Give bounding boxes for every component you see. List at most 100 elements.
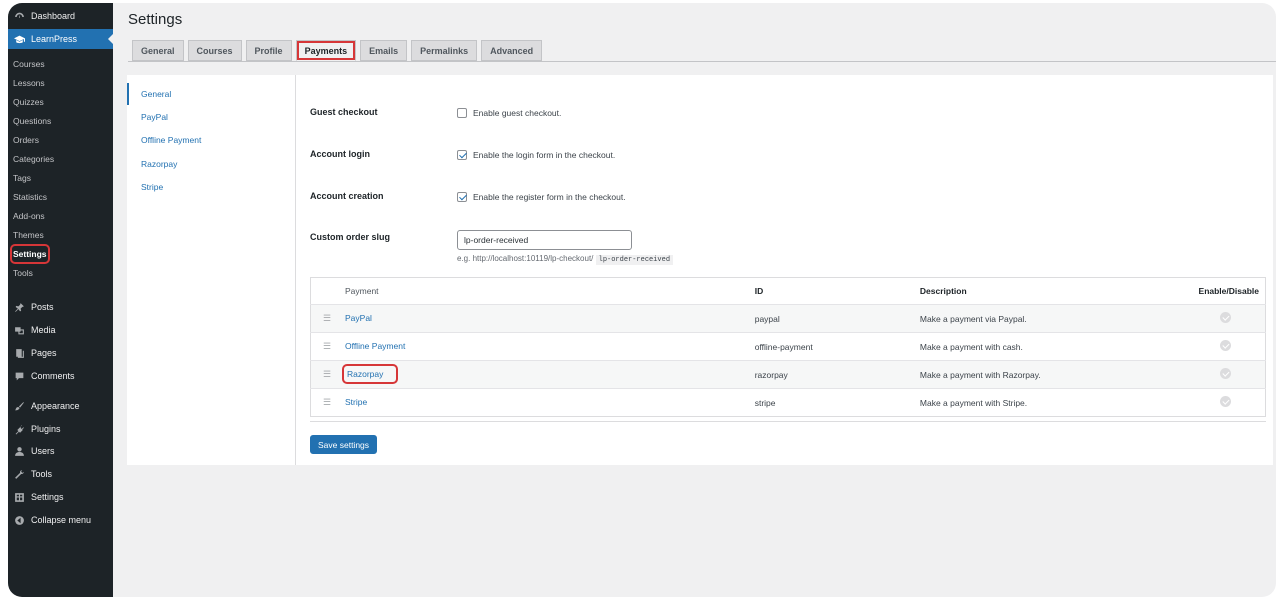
col-payment: Payment (345, 286, 379, 296)
account-creation-text: Enable the register form in the checkout… (473, 192, 626, 202)
enable-toggle-icon[interactable] (1220, 340, 1231, 351)
plugin-icon (13, 423, 25, 435)
payment-id: offline-payment (754, 332, 920, 361)
payment-id: stripe (754, 388, 920, 417)
save-settings-button[interactable]: Save settings (310, 435, 378, 454)
menu-settings[interactable]: Settings (8, 487, 113, 507)
tab-payments[interactable]: Payments (295, 40, 357, 61)
table-row: ☰ Razorpay razorpay Make a payment with R… (310, 360, 1266, 389)
submenu-lessons[interactable]: Lessons (13, 76, 45, 90)
subnav-paypal[interactable]: PayPal (141, 112, 168, 122)
submenu-courses[interactable]: Courses (13, 57, 45, 71)
media-icon (13, 324, 25, 336)
guest-checkout-text: Enable guest checkout. (473, 108, 562, 118)
tab-emails[interactable]: Emails (360, 40, 408, 61)
guest-checkout-label: Guest checkout (310, 107, 378, 117)
menu-learnpress-label: LearnPress (31, 34, 78, 44)
tab-profile[interactable]: Profile (245, 40, 292, 61)
payment-link-paypal[interactable]: PayPal (345, 313, 372, 323)
order-slug-input[interactable] (457, 230, 632, 250)
menu-plugins-label: Plugins (31, 424, 61, 434)
payment-link-offline-payment[interactable]: Offline Payment (345, 341, 405, 351)
table-row: ☰ PayPal paypal Make a payment via Paypal… (310, 304, 1266, 333)
menu-posts[interactable]: Posts (8, 297, 113, 317)
payment-description: Make a payment with Stripe. (919, 388, 1199, 417)
menu-tools-label: Tools (31, 469, 53, 479)
subnav-razorpay[interactable]: Razorpay (141, 159, 177, 169)
drag-handle-icon[interactable]: ☰ (323, 341, 333, 352)
tab-advanced[interactable]: Advanced (481, 40, 543, 61)
account-creation-checkbox[interactable] (457, 192, 467, 202)
menu-media[interactable]: Media (8, 320, 113, 340)
col-description: Description (919, 286, 967, 296)
payment-description: Make a payment via Paypal. (919, 304, 1199, 333)
guest-checkout-checkbox[interactable] (457, 108, 467, 118)
tab-general[interactable]: General (132, 40, 184, 61)
submenu-statistics[interactable]: Statistics (13, 190, 47, 204)
submenu-settings[interactable]: Settings (10, 244, 50, 264)
payments-subnav: General PayPal Offline Payment Razorpay … (127, 75, 296, 465)
menu-dashboard[interactable]: Dashboard (8, 6, 113, 26)
submenu-quizzes[interactable]: Quizzes (13, 95, 44, 109)
submenu-tools[interactable]: Tools (13, 266, 33, 280)
menu-appearance-label: Appearance (31, 401, 80, 411)
drag-handle-icon[interactable]: ☰ (323, 313, 333, 324)
admin-sidebar: Dashboard LearnPress Courses Lessons Qui… (8, 3, 113, 597)
wrench-icon (13, 468, 25, 480)
col-enable-disable: Enable/Disable (1198, 286, 1259, 296)
menu-tools[interactable]: Tools (8, 464, 113, 484)
subnav-stripe[interactable]: Stripe (141, 182, 163, 192)
col-id: ID (754, 286, 764, 296)
menu-learnpress[interactable]: LearnPress (8, 29, 113, 49)
account-login-label: Account login (310, 149, 370, 159)
menu-plugins[interactable]: Plugins (8, 419, 113, 439)
subnav-offline-payment[interactable]: Offline Payment (141, 135, 201, 145)
tabs-divider (128, 61, 1276, 62)
tab-courses[interactable]: Courses (187, 40, 242, 61)
submenu-questions[interactable]: Questions (13, 114, 51, 128)
page-title: Settings (128, 11, 183, 28)
account-login-checkbox[interactable] (457, 150, 467, 160)
table-row: ☰ Offline Payment offline-payment Make a … (310, 332, 1266, 361)
save-divider (310, 421, 1266, 422)
payments-table: Payment ID Description Enable/Disable ☰ P… (310, 277, 1266, 417)
settings-tabs: General Courses Profile Payments Emails … (132, 40, 543, 62)
menu-media-label: Media (31, 325, 56, 335)
payment-id: razorpay (754, 360, 920, 389)
menu-users[interactable]: Users (8, 441, 113, 461)
enable-toggle-icon[interactable] (1220, 368, 1231, 379)
payment-link-razorpay[interactable]: Razorpay (341, 363, 399, 384)
menu-settings-label: Settings (31, 492, 64, 502)
subnav-active-indicator (127, 83, 129, 105)
dashboard-icon (13, 10, 25, 22)
drag-handle-icon[interactable]: ☰ (323, 369, 333, 380)
submenu-tags[interactable]: Tags (13, 171, 31, 185)
collapse-menu-button[interactable]: Collapse menu (8, 510, 113, 530)
menu-pages[interactable]: Pages (8, 343, 113, 363)
submenu-categories[interactable]: Categories (13, 152, 54, 166)
enable-toggle-icon[interactable] (1220, 396, 1231, 407)
settings-icon (13, 491, 25, 503)
payment-link-stripe[interactable]: Stripe (345, 397, 367, 407)
comments-icon (13, 370, 25, 382)
submenu-orders[interactable]: Orders (13, 133, 39, 147)
menu-dashboard-label: Dashboard (31, 11, 76, 21)
submenu-add-ons[interactable]: Add-ons (13, 209, 45, 223)
table-header-row: Payment ID Description Enable/Disable (311, 278, 1266, 305)
menu-posts-label: Posts (31, 302, 54, 312)
menu-comments[interactable]: Comments (8, 366, 113, 386)
tab-permalinks[interactable]: Permalinks (411, 40, 478, 61)
users-icon (13, 445, 25, 457)
collapse-icon (13, 514, 25, 526)
order-slug-hint-code: lp-order-received (595, 255, 674, 265)
account-creation-label: Account creation (310, 191, 384, 201)
payment-description: Make a payment with Razorpay. (919, 360, 1199, 389)
payment-description: Make a payment with cash. (919, 332, 1199, 361)
subnav-general[interactable]: General (141, 89, 171, 99)
enable-toggle-icon[interactable] (1220, 312, 1231, 323)
order-slug-hint: e.g. http://localhost:10119/lp-checkout/… (457, 254, 674, 265)
menu-appearance[interactable]: Appearance (8, 396, 113, 416)
drag-handle-icon[interactable]: ☰ (323, 397, 333, 408)
payment-id: paypal (754, 304, 920, 333)
submenu-themes[interactable]: Themes (13, 228, 44, 242)
